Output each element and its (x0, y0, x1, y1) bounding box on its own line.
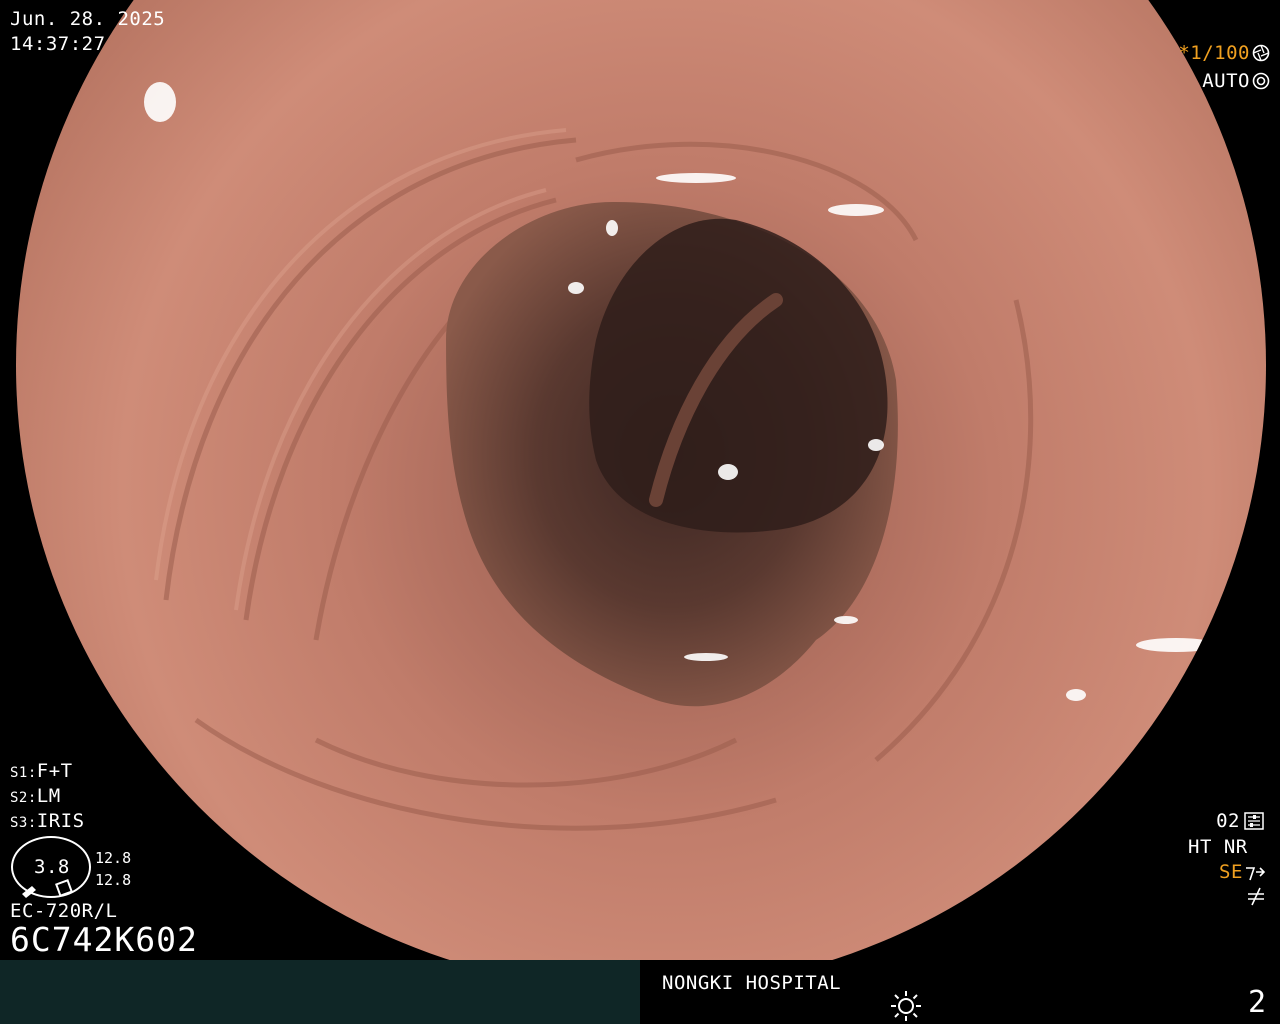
footer-left-panel (0, 960, 640, 1024)
page-number: 2 (1247, 985, 1266, 1020)
scope-model: EC-720R/L (10, 900, 118, 922)
scope-gauge-value: 3.8 (34, 856, 70, 878)
aperture-icon (1252, 44, 1270, 62)
time-label: 14:37:27 (10, 33, 106, 55)
setting-s2-key: S2: (10, 790, 37, 806)
not-equal-icon (1248, 887, 1264, 906)
setting-s1: S1:F+T (10, 760, 73, 784)
camera-lens-icon (1252, 72, 1270, 90)
hospital-name: NONGKI HOSPITAL (662, 972, 842, 994)
scope-gauge-lower: 12.8 (95, 871, 132, 889)
mode-code: 02 (1216, 810, 1240, 832)
shutter-speed: *1/100 (1178, 42, 1250, 64)
scope-gauge-upper: 12.8 (95, 849, 132, 867)
ht-label: HT (1188, 836, 1212, 858)
setting-s2: S2:LM (10, 785, 61, 809)
date-label: Jun. 28. 2025 (10, 8, 166, 30)
nr-label: NR (1223, 836, 1248, 858)
scope-serial: 6C742K602 (10, 920, 198, 959)
setting-s2-value: LM (36, 785, 61, 807)
footer-right-panel: NONGKI HOSPITAL 2 (640, 960, 1280, 1024)
ht-nr-status: HT NR (1188, 836, 1248, 858)
setting-s1-value: F+T (36, 760, 73, 782)
se-label: SE (1219, 861, 1243, 883)
shutter-value: *1/100 (1178, 42, 1250, 64)
setting-s1-key: S1: (10, 765, 37, 781)
sun-icon (891, 991, 921, 1021)
sliders-icon (1244, 812, 1264, 830)
setting-s3: S3:IRIS (10, 810, 85, 834)
endoscope-image (16, 0, 1266, 990)
setting-s3-value: IRIS (36, 810, 85, 832)
flash-icon (1246, 867, 1266, 881)
setting-s3-key: S3: (10, 815, 37, 831)
exposure-mode: AUTO (1202, 70, 1250, 92)
